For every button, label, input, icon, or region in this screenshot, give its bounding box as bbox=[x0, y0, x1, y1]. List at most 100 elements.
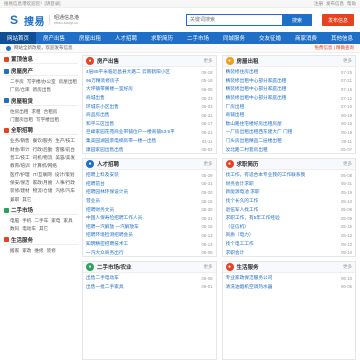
listing-title[interactable]: 大坪镇带阁楼一室好房 bbox=[86, 86, 133, 92]
listing-title[interactable]: 汝北路二村套房出租 bbox=[226, 147, 268, 153]
sidebar-link[interactable]: 数码 bbox=[10, 225, 19, 232]
more-link[interactable]: 更多 bbox=[343, 264, 352, 270]
listing-title[interactable]: 商城出售 bbox=[86, 95, 105, 101]
listing-title[interactable]: 清洗油烟机空调热水器 bbox=[226, 284, 273, 290]
listing-title[interactable]: 门头房出租精品二层楼出租 bbox=[226, 138, 282, 144]
sidebar-link[interactable]: 厂房/仓库 bbox=[10, 86, 30, 93]
listing-title[interactable]: 和平三区出售 bbox=[86, 121, 114, 127]
listing-title[interactable]: 出售一批二手家具 bbox=[86, 284, 124, 290]
nav-item-4[interactable]: 求职简历 bbox=[144, 32, 180, 44]
listing-title[interactable]: 精装修住房出租 bbox=[226, 69, 259, 75]
sidebar-group-title[interactable]: 房屋租赁 bbox=[4, 97, 78, 106]
listing-title[interactable]: 找工作，有适合本专业我的工作联系我 bbox=[226, 172, 306, 178]
listing-title[interactable]: 营业员 bbox=[86, 198, 100, 204]
listing-title[interactable]: （征信机） bbox=[226, 224, 249, 230]
sidebar-link[interactable]: 其它 bbox=[22, 196, 31, 203]
more-link[interactable]: 更多 bbox=[204, 161, 213, 167]
sidebar-link[interactable]: 业务/销售 bbox=[10, 137, 30, 144]
listing-title[interactable]: 数山路住宅楼好房出租房屋 bbox=[226, 121, 282, 127]
listing-title[interactable]: 96万精装修房子 bbox=[86, 78, 119, 84]
sidebar-link[interactable]: 住房出租 bbox=[10, 108, 28, 115]
sidebar-link[interactable]: 二手房 bbox=[10, 78, 24, 85]
sidebar-link[interactable]: 教育/培训 bbox=[10, 162, 30, 169]
sidebar-link[interactable]: 汽修/汽车 bbox=[55, 187, 75, 194]
sidebar-link[interactable]: 手机 bbox=[22, 217, 31, 224]
sidebar-group-title[interactable]: 生活服务 bbox=[4, 236, 78, 245]
listing-title[interactable]: 找个电工工作 bbox=[226, 241, 254, 247]
sidebar-link[interactable]: 财会/审计 bbox=[10, 146, 30, 153]
listing-title[interactable]: 专业家政保洁服务公司 bbox=[226, 275, 273, 281]
listing-title[interactable]: 招聘财务文员 bbox=[86, 207, 114, 213]
register-link[interactable]: 注册 bbox=[314, 1, 323, 7]
listing-title[interactable]: 招聘前台 bbox=[86, 181, 105, 187]
panel-title[interactable]: 生活服务 bbox=[237, 263, 259, 271]
sidebar-link[interactable]: 计算机/网络 bbox=[33, 162, 57, 169]
sidebar-link[interactable]: 生产/技工 bbox=[55, 137, 75, 144]
sidebar-group-title[interactable]: 二手市场 bbox=[4, 206, 78, 216]
sidebar-link[interactable]: 二手车 bbox=[34, 217, 48, 224]
sidebar-link[interactable]: 司机/物流 bbox=[33, 154, 53, 161]
sidebar-link[interactable]: 其它 bbox=[39, 225, 48, 232]
listing-title[interactable]: 康园家园出售出售 bbox=[86, 147, 124, 153]
panel-title[interactable]: 房屋出租 bbox=[237, 57, 259, 65]
sidebar-link[interactable]: 搬家 bbox=[10, 247, 19, 254]
sidebar-link[interactable]: IT/互联网 bbox=[33, 171, 52, 178]
listing-title[interactable]: 商铺出租 bbox=[226, 112, 245, 118]
sidebar-group-title[interactable]: 全职招聘 bbox=[4, 126, 78, 136]
listing-title[interactable]: 求职会计 bbox=[226, 250, 245, 256]
listing-title[interactable]: 求职工作，有5年工作经验 bbox=[226, 215, 280, 221]
listing-title[interactable]: 一厂房出租出租西东建大厂 门租 bbox=[226, 129, 293, 135]
sidebar-link[interactable]: 美容/美发 bbox=[55, 154, 75, 161]
listing-title[interactable]: 巨峰家园花苑商业带铺位户一楼商铺53.5平 bbox=[86, 129, 175, 135]
sidebar-link[interactable]: 行政/后勤 bbox=[33, 146, 53, 153]
sidebar-link[interactable]: 房屋出租 bbox=[59, 78, 77, 85]
sidebar-link[interactable]: 物流/仓储 bbox=[33, 187, 53, 194]
listing-title[interactable]: 出售二手电动车 bbox=[86, 275, 119, 281]
nav-item-7[interactable]: 交友征婚 bbox=[252, 32, 288, 44]
panel-title[interactable]: 人才招聘 bbox=[97, 160, 119, 168]
sidebar-link[interactable]: 医疗/护理 bbox=[10, 171, 30, 178]
listing-title[interactable]: 退伍军人找工作 bbox=[226, 207, 259, 213]
sidebar-link[interactable]: 普工/技工 bbox=[10, 154, 30, 161]
listing-title[interactable]: 财务会计求职 bbox=[226, 181, 254, 187]
sidebar-link[interactable]: 新房出售 bbox=[33, 86, 51, 93]
listing-title[interactable]: 厂房出租 bbox=[226, 104, 245, 110]
site-logo[interactable]: S 搜易 昭通信息港 zhao.sooyi.cc bbox=[6, 13, 79, 28]
panel-title[interactable]: 二手市场/农业 bbox=[97, 263, 132, 271]
help-link[interactable]: 帮助 bbox=[347, 1, 356, 7]
listing-title[interactable]: 精装修出租中心部分家庭出租 bbox=[226, 86, 287, 92]
listing-title[interactable]: 招聘上料及安装 bbox=[86, 172, 119, 178]
listing-title[interactable]: 商品房出售 bbox=[86, 112, 109, 118]
more-link[interactable]: 更多 bbox=[343, 161, 352, 167]
listing-title[interactable]: 一汽大众商务出行 bbox=[86, 250, 124, 256]
sidebar-link[interactable]: 客服/前台 bbox=[55, 146, 75, 153]
sidebar-link[interactable]: 装修 bbox=[47, 247, 56, 254]
nav-item-2[interactable]: 房屋出租 bbox=[72, 32, 108, 44]
nav-item-0[interactable]: 网站首页 bbox=[0, 32, 36, 44]
sidebar-link[interactable]: 人事/行政 bbox=[55, 179, 75, 186]
sidebar-link[interactable]: 求租 bbox=[31, 108, 40, 115]
sidebar-link[interactable]: 电脑 bbox=[10, 217, 19, 224]
sidebar-group-title[interactable]: 房屋房产 bbox=[4, 67, 78, 76]
listing-title[interactable]: 招聘一汽解放 一汽解放车 bbox=[86, 224, 139, 230]
listing-title[interactable]: 知明精密招聘技术工 bbox=[86, 241, 128, 247]
sidebar-link[interactable]: 写字楼出租 bbox=[36, 116, 59, 123]
listing-title[interactable]: 新能源电池 求职 bbox=[226, 189, 260, 195]
post-info-button[interactable]: 发布信息 bbox=[321, 14, 354, 26]
sidebar-link[interactable]: 家政/月嫂 bbox=[33, 179, 53, 186]
panel-title[interactable]: 房产出售 bbox=[97, 57, 119, 65]
nav-item-3[interactable]: 人才招聘 bbox=[108, 32, 144, 44]
search-button[interactable]: 搜索 bbox=[281, 14, 312, 26]
sidebar-link[interactable]: 设计/策划 bbox=[55, 171, 75, 178]
listing-title[interactable]: 资质（电力） bbox=[226, 232, 254, 238]
listing-title[interactable]: 找个长久的工作 bbox=[226, 198, 259, 204]
listing-title[interactable]: 招聘环境检测招聘会员 bbox=[86, 232, 133, 238]
more-link[interactable]: 更多 bbox=[343, 58, 352, 64]
nav-item-1[interactable]: 房产出售 bbox=[36, 32, 72, 44]
listing-title[interactable]: 精装修出租中心部分家庭出租 bbox=[226, 95, 287, 101]
sidebar-link[interactable]: 电动车 bbox=[22, 225, 36, 232]
sidebar-link[interactable]: 家政 bbox=[22, 247, 31, 254]
listing-title[interactable]: 环城东小区出售 bbox=[86, 104, 119, 110]
panel-title[interactable]: 求职简历 bbox=[237, 160, 259, 168]
sidebar-link[interactable]: 装修/建材 bbox=[10, 187, 30, 194]
